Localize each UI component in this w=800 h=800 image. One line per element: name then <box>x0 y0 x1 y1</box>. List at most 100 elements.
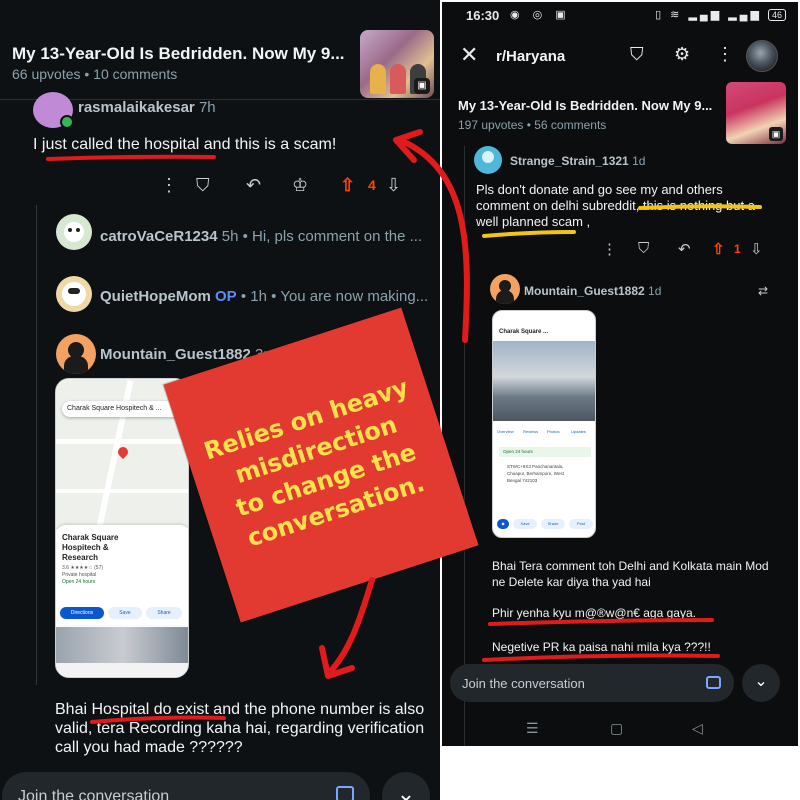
battery-icon: 46 <box>767 9 786 21</box>
chevron-down-icon[interactable]: ⌄ <box>742 664 780 702</box>
reply-preview: Hi, pls comment on the ... <box>252 228 423 245</box>
avatar[interactable] <box>56 214 92 250</box>
share-button: Share <box>146 607 182 619</box>
avatar[interactable] <box>490 274 520 304</box>
avatar[interactable] <box>56 276 92 312</box>
place-name: Charak Square ... <box>499 329 549 335</box>
thread-line <box>464 146 465 746</box>
more-icon[interactable]: ⋮ <box>716 44 734 65</box>
post-header: My 13-Year-Old Is Bedridden. Now My 9...… <box>0 0 440 100</box>
avatar[interactable] <box>474 146 502 174</box>
comment-actions: ⋮ ⛉ ↶ ⇧ 1 ⇩ <box>442 240 798 260</box>
save-button: Save <box>513 519 537 529</box>
username: QuietHopeMom <box>100 288 211 305</box>
comment-age: 1d <box>632 154 646 168</box>
upvote-icon[interactable]: ⇧ <box>340 172 355 198</box>
shield-icon[interactable]: ⛉ <box>638 240 649 257</box>
more-icon[interactable]: ⋮ <box>160 172 178 198</box>
collapsed-reply[interactable]: catroVaCeR1234 5h • Hi, pls comment on t… <box>100 228 422 245</box>
comment-age: 7h <box>198 99 216 116</box>
right-screenshot: 16:30 ◉ ◎ ▣ ▯ ≋ ▂▄▆ ▂▄▆ 46 ✕ r/Haryana ⛉… <box>440 0 800 748</box>
place-tabs: Overview Reviews Photos Updates <box>493 427 595 437</box>
map-search-box: Charak Square Hospitech & ... <box>62 401 184 417</box>
android-nav-bar: ☰ ▢ ◁ <box>442 714 798 744</box>
comment-actions: ⋮ ⛉ ↶ ♔ ⇧ 4 ⇩ <box>0 172 440 198</box>
collapsed-reply[interactable]: QuietHopeMom OP • 1h • You are now makin… <box>100 288 428 305</box>
downvote-icon[interactable]: ⇩ <box>386 172 401 198</box>
post-thumbnail[interactable]: ▣ <box>726 82 786 144</box>
translate-icon[interactable]: ⇄ <box>758 284 768 298</box>
comment-author[interactable]: rasmalaikakesar 7h <box>78 99 216 116</box>
place-card: Charak Square Hospitech & Research 3.6 ★… <box>56 525 188 625</box>
join-conversation-input[interactable]: Join the conversation <box>450 664 734 702</box>
post-title[interactable]: My 13-Year-Old Is Bedridden. Now My 9... <box>458 98 728 113</box>
gallery-icon: ▣ <box>414 78 430 94</box>
app-top-bar: ✕ r/Haryana ⛉ ⚙ ⋮ <box>442 32 798 82</box>
avatar[interactable] <box>56 334 96 374</box>
reply-icon[interactable]: ↶ <box>678 240 691 258</box>
composite-image: My 13-Year-Old Is Bedridden. Now My 9...… <box>0 0 800 800</box>
profile-avatar[interactable] <box>746 40 778 72</box>
place-hours: Open 24 hours <box>62 579 96 585</box>
username: catroVaCeR1234 <box>100 228 218 245</box>
comment-text: Pls don't donate and go see my and other… <box>476 182 755 229</box>
post-title[interactable]: My 13-Year-Old Is Bedridden. Now My 9... <box>12 44 352 64</box>
directions-icon: ◆ <box>497 519 509 529</box>
post-meta: 66 upvotes • 10 comments <box>12 66 178 82</box>
chevron-down-icon[interactable]: ⌄ <box>382 772 430 800</box>
tab-overview: Overview <box>497 429 514 434</box>
post-thumbnail[interactable]: ▣ <box>360 30 434 98</box>
reply-icon[interactable]: ↶ <box>246 172 261 198</box>
comment-text: Bhai Tera comment toh Delhi and Kolkata … <box>492 559 769 589</box>
downvote-icon[interactable]: ⇩ <box>750 240 763 258</box>
subreddit-name[interactable]: r/Haryana <box>496 48 565 65</box>
tab-photos: Photos <box>547 429 560 434</box>
join-conversation-input[interactable]: Join the conversation <box>2 772 370 800</box>
comment-text: Bhai Hospital do exist and the phone num… <box>55 701 425 756</box>
share-button: Share <box>541 519 565 529</box>
recents-icon[interactable]: ☰ <box>526 720 539 737</box>
username: Mountain_Guest1882 <box>524 284 645 298</box>
map-screenshot-image[interactable]: Charak Square Hospitech & ... Charak Squ… <box>55 378 189 678</box>
username: Mountain_Guest1882 <box>100 346 251 363</box>
tab-updates: Updates <box>571 429 586 434</box>
image-icon[interactable] <box>706 676 721 689</box>
building-photo <box>493 341 595 421</box>
online-indicator <box>60 115 74 129</box>
android-nav-bar <box>56 663 188 677</box>
map-screenshot-image[interactable]: Charak Square ... Overview Reviews Photo… <box>492 310 596 538</box>
close-icon[interactable]: ✕ <box>460 42 478 68</box>
image-icon[interactable] <box>336 786 354 800</box>
comment-text: I just called the hospital and this is a… <box>33 136 337 153</box>
directions-button: Directions <box>60 607 104 619</box>
place-type: Private hospital <box>62 572 97 578</box>
comment-author[interactable]: Strange_Strain_1321 1d <box>510 154 645 168</box>
back-icon[interactable]: ◁ <box>692 720 703 737</box>
more-icon[interactable]: ⋮ <box>602 240 617 258</box>
mod-shield-icon[interactable]: ⛉ <box>630 44 644 65</box>
thread-line <box>36 205 37 685</box>
home-icon[interactable]: ▢ <box>610 720 623 737</box>
save-button: Save <box>108 607 142 619</box>
op-badge: OP <box>215 288 237 305</box>
comment-text: Negetive PR ka paisa nahi mila kya ???!! <box>492 640 711 654</box>
post-button: Post <box>569 519 593 529</box>
place-details: 3.6 ★★★★☆ (57) Private hospital Open 24 … <box>62 565 142 586</box>
comment-author[interactable]: Mountain_Guest1882 1d <box>524 284 661 298</box>
comment-text: Phir yenha kyu m@®w@n€ aga gaya. <box>492 606 696 620</box>
comment-age: 5h <box>221 228 239 245</box>
comment-age: 1h <box>250 288 267 305</box>
comment-age: 1d <box>648 284 662 298</box>
notification-icons: ◉ ◎ ▣ <box>510 9 571 21</box>
award-icon[interactable]: ♔ <box>292 172 308 198</box>
filter-icon[interactable]: ⚙ <box>674 44 690 65</box>
place-name: Charak Square Hospitech & Research <box>62 533 119 562</box>
status-time: 16:30 <box>466 8 500 23</box>
post-meta: 197 upvotes • 56 comments <box>458 118 607 132</box>
status-bar: 16:30 ◉ ◎ ▣ ▯ ≋ ▂▄▆ ▂▄▆ 46 <box>442 2 798 30</box>
place-address: STWC+8X3 Panchanantala, Chuapur, Berhamp… <box>507 464 564 483</box>
shield-icon[interactable]: ⛉ <box>196 172 210 198</box>
tab-reviews: Reviews <box>523 429 539 434</box>
upvote-icon[interactable]: ⇧ <box>712 240 725 258</box>
building-photo <box>56 627 188 663</box>
